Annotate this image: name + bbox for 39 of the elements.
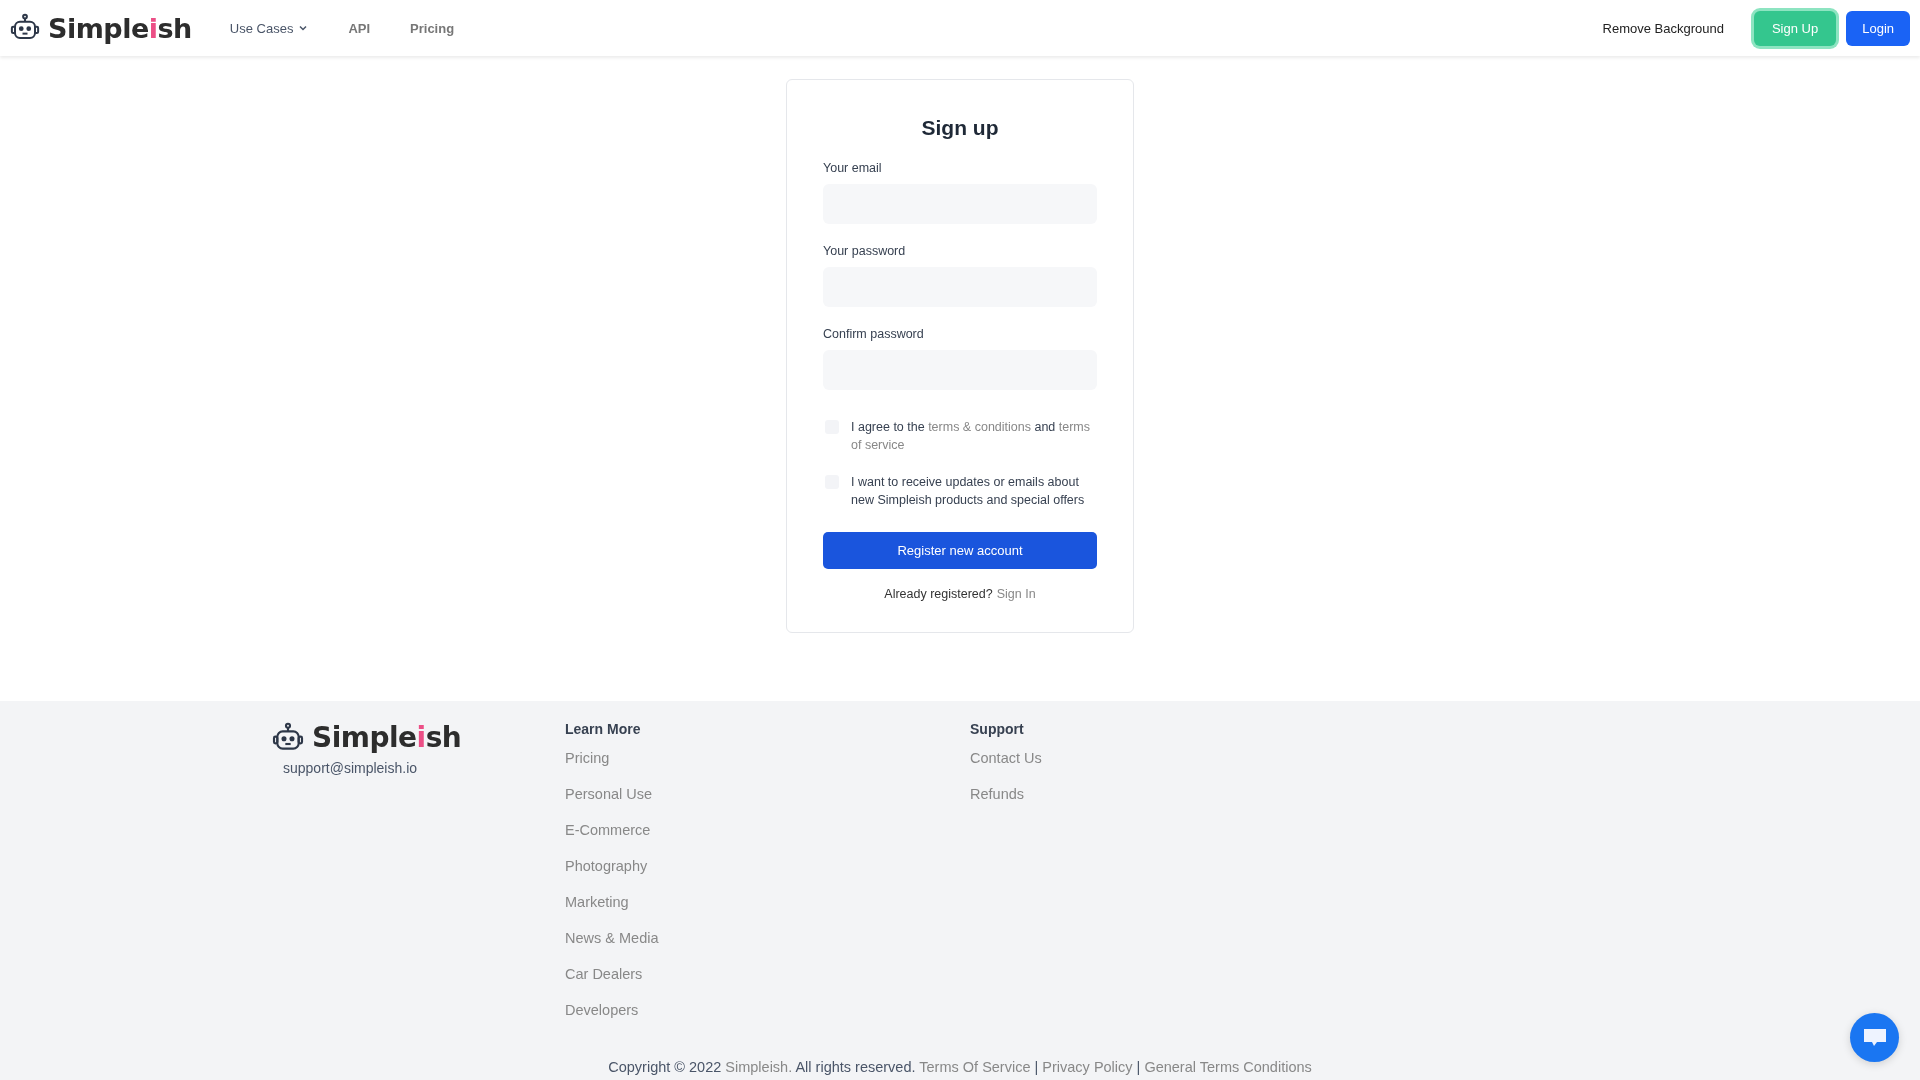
footer-link[interactable]: E-Commerce xyxy=(565,821,970,840)
footer-link[interactable]: Simpleish. xyxy=(725,1059,793,1075)
logo-text[interactable]: Simpleish xyxy=(312,721,462,754)
footer-link[interactable]: Contact Us xyxy=(970,749,1375,768)
already-registered-text: Already registered? xyxy=(884,587,993,601)
nav-link[interactable]: API xyxy=(348,20,371,36)
footer-link[interactable]: Personal Use xyxy=(565,785,970,804)
footer-link[interactable]: Photography xyxy=(565,857,970,876)
footer-link[interactable]: Terms Of Service xyxy=(919,1059,1031,1075)
footer-link[interactable]: Marketing xyxy=(565,893,970,912)
sign-up-button[interactable]: Sign Up xyxy=(1753,10,1837,46)
copyright-text: | xyxy=(1135,1059,1142,1075)
nav-link[interactable]: Pricing xyxy=(410,20,455,36)
chevron-down-icon xyxy=(298,23,309,33)
footer-heading: Learn More xyxy=(565,721,642,737)
remove-background-link[interactable]: Remove Background xyxy=(1602,20,1724,36)
field-label: Your password xyxy=(823,244,907,258)
nav-link[interactable]: Use Cases xyxy=(229,20,309,36)
copyright-text: Copyright © 2022 xyxy=(608,1059,723,1075)
copyright-text: All rights reserved. xyxy=(794,1059,917,1075)
footer-link[interactable]: Pricing xyxy=(565,749,970,768)
checkbox-label: I agree to the terms & conditions and terms of service xyxy=(851,419,1092,454)
footer-link[interactable]: Privacy Policy xyxy=(1042,1059,1133,1075)
support-email[interactable]: support@simpleish.io xyxy=(283,760,565,776)
footer-link[interactable]: Developers xyxy=(565,1001,970,1020)
checkbox-label: I want to receive updates or emails about new Simpleish products and special offers xyxy=(851,474,1086,509)
field-label: Your email xyxy=(823,161,883,175)
footer-link[interactable]: News & Media xyxy=(565,929,970,948)
copyright-text: | xyxy=(1033,1059,1040,1075)
field-label: Confirm password xyxy=(823,327,925,341)
register-button[interactable]: Register new account xyxy=(823,532,1097,569)
footer-link[interactable]: General Terms Conditions xyxy=(1144,1059,1312,1075)
footer-link[interactable]: Car Dealers xyxy=(565,965,970,984)
logo-text[interactable]: Simpleish xyxy=(48,12,192,44)
login-button[interactable]: Login xyxy=(1846,10,1910,46)
footer-link[interactable]: Refunds xyxy=(970,785,1375,804)
sign-in-link[interactable]: Sign In xyxy=(996,587,1036,601)
form-title: Sign up xyxy=(920,116,1000,140)
footer-heading: Support xyxy=(970,721,1025,737)
